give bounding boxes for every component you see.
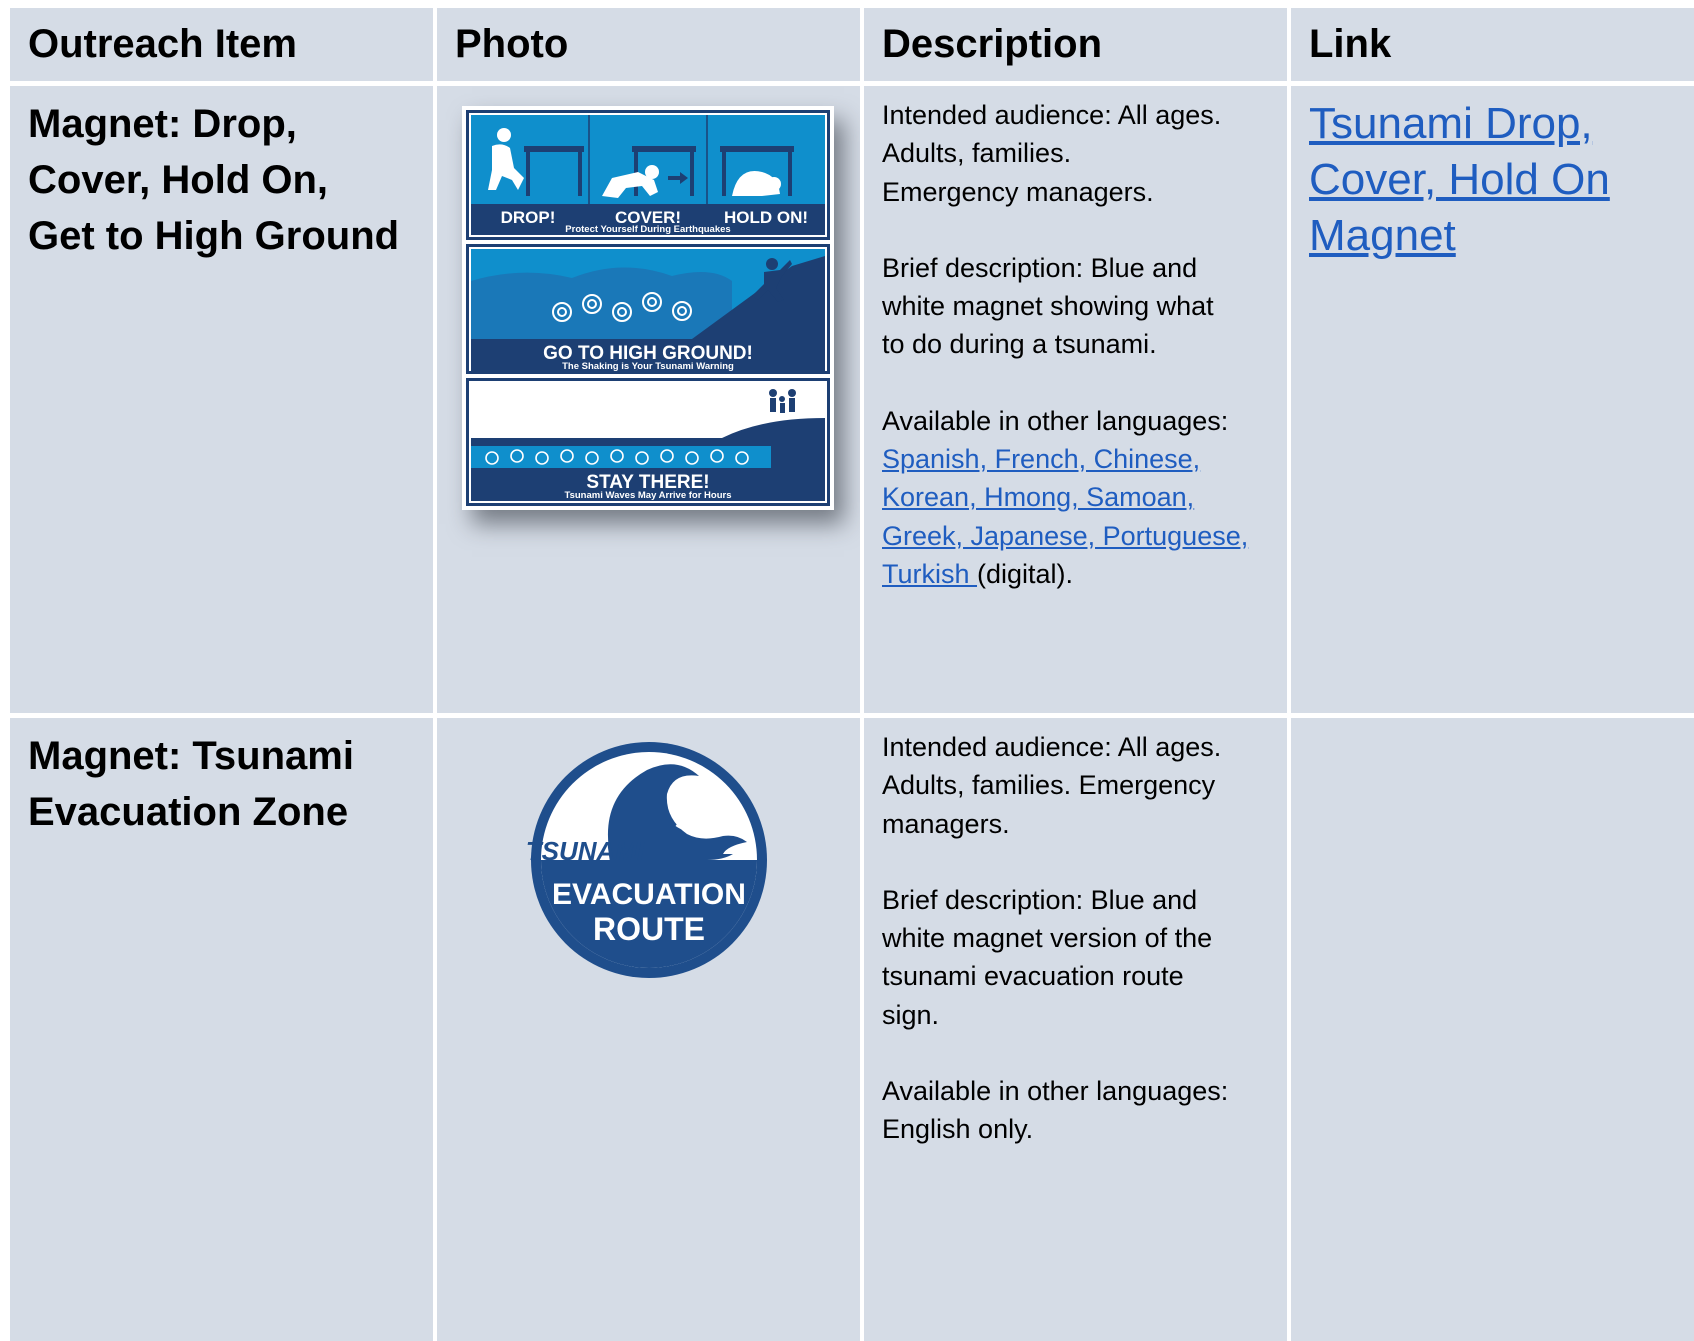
- row1-photo-cell: DROP! COVER! HOLD ON! Protect Yourself D…: [437, 86, 860, 713]
- outreach-table: Outreach Item Photo Description Link Mag…: [10, 8, 1694, 1341]
- tsunami-evacuation-route-sign-image: TSUNAMI EVACUATION ROUTE: [527, 742, 767, 978]
- sign-line-route: ROUTE: [593, 911, 705, 947]
- header-outreach-item: Outreach Item: [10, 8, 433, 81]
- row1-languages: Available in other languages: Spanish, F…: [882, 402, 1287, 593]
- row1-item-line: Get to High Ground: [28, 214, 400, 258]
- header-description: Description: [864, 8, 1287, 81]
- panel3-caption: Tsunami Waves May Arrive for Hours: [564, 490, 731, 501]
- header-link: Link: [1291, 8, 1694, 81]
- row1-brief: Brief description: Blue and white magnet…: [882, 252, 1214, 360]
- sign-line-evacuation: EVACUATION: [552, 878, 746, 911]
- panel1-caption: Protect Yourself During Earthquakes: [565, 224, 730, 235]
- panel2-caption: The Shaking is Your Tsunami Warning: [562, 361, 734, 372]
- row2-brief: Brief description: Blue and white magnet…: [882, 884, 1213, 1030]
- row1-outreach-item: Magnet: Drop, Cover, Hold On, Get to Hig…: [10, 86, 433, 713]
- row2-item-line: Evacuation Zone: [28, 790, 349, 834]
- row1-item-line: Cover, Hold On,: [28, 158, 329, 202]
- row2-photo-cell: TSUNAMI EVACUATION ROUTE: [437, 718, 860, 1341]
- row2-audience: Intended audience: All ages. Adults, fam…: [882, 732, 1222, 839]
- row1-link-cell: Tsunami Drop, Cover, Hold On Magnet: [1291, 86, 1694, 713]
- panel1-label-drop: DROP!: [501, 208, 556, 227]
- header-photo: Photo: [437, 8, 860, 81]
- row1-audience: Intended audience: All ages. Adults, fam…: [882, 100, 1222, 207]
- row1-item-line: Magnet: Drop,: [28, 102, 297, 146]
- languages-label: Available in other languages:: [882, 405, 1229, 436]
- row2-languages: Available in other languages: English on…: [882, 1076, 1229, 1145]
- row2-description: Intended audience: All ages. Adults, fam…: [864, 718, 1287, 1341]
- languages-suffix: (digital).: [977, 558, 1074, 589]
- row2-item-line: Magnet: Tsunami: [28, 734, 354, 778]
- sign-line-tsunami: TSUNAMI: [527, 836, 645, 866]
- row1-description: Intended audience: All ages. Adults, fam…: [864, 86, 1287, 713]
- row2-outreach-item: Magnet: Tsunami Evacuation Zone: [10, 718, 433, 1341]
- drop-cover-magnet-image: DROP! COVER! HOLD ON! Protect Yourself D…: [462, 106, 834, 510]
- row2-link-cell: [1291, 718, 1694, 1341]
- tsunami-drop-cover-magnet-link[interactable]: Tsunami Drop, Cover, Hold On Magnet: [1309, 99, 1610, 260]
- panel1-label-hold-on: HOLD ON!: [724, 208, 808, 227]
